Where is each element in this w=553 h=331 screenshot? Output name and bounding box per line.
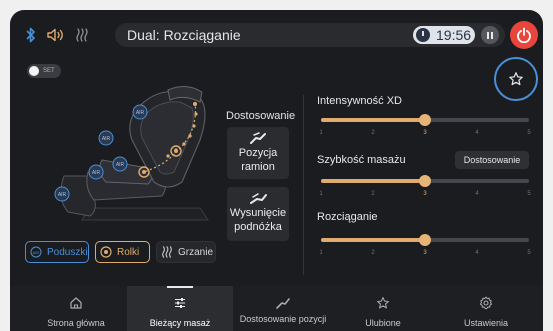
star-icon bbox=[509, 72, 523, 86]
gear-icon bbox=[433, 296, 539, 310]
set-toggle-label: SET bbox=[43, 68, 55, 74]
timer-value: 19:56 bbox=[436, 27, 472, 43]
air-badge-text: AIR bbox=[92, 170, 101, 176]
slider-tick-label: 1 bbox=[319, 250, 323, 256]
air-icon: AIR bbox=[30, 246, 42, 258]
stretch-slider[interactable] bbox=[321, 234, 529, 246]
slider-tick-label: 4 bbox=[475, 250, 479, 256]
nav-label: Strona główna bbox=[47, 318, 105, 328]
mode-button-label: Rolki bbox=[117, 246, 140, 258]
nav-label: Bieżący masaż bbox=[149, 318, 211, 328]
slider-tick-label: 3 bbox=[423, 250, 427, 256]
svg-text:AIR: AIR bbox=[33, 250, 40, 255]
bottom-nav: Strona główna Bieżący masaż Dostosowanie… bbox=[10, 286, 543, 331]
bluetooth-icon[interactable] bbox=[24, 26, 38, 44]
arm-position-label: Pozycja ramion bbox=[238, 147, 278, 173]
power-button[interactable] bbox=[510, 21, 538, 49]
power-icon bbox=[517, 27, 531, 43]
nav-label: Ustawienia bbox=[463, 318, 509, 328]
nav-home[interactable]: Strona główna bbox=[23, 286, 129, 331]
arm-position-card[interactable]: Pozycja ramion bbox=[227, 127, 289, 179]
nav-current-massage[interactable]: Bieżący masaż bbox=[127, 286, 233, 331]
footrest-icon bbox=[250, 193, 267, 204]
slider-tick-label: 1 bbox=[319, 191, 323, 197]
slider-title-speed: Szybkość masażu bbox=[317, 154, 406, 166]
sliders-icon bbox=[127, 296, 233, 310]
heat-wave-icon bbox=[161, 246, 173, 258]
slider-tick-label: 2 bbox=[371, 250, 375, 256]
timer-badge: 19:56 bbox=[413, 26, 475, 44]
air-badge: AIR bbox=[132, 104, 148, 120]
nav-label: Dostosowanie pozycji bbox=[239, 314, 327, 324]
clock-icon bbox=[416, 28, 430, 42]
mode-title: Dual: Rozciąganie bbox=[127, 27, 241, 43]
slider-tick-label: 5 bbox=[527, 250, 531, 256]
nav-adjust-position[interactable]: Dostosowanie pozycji bbox=[230, 286, 336, 331]
slider-title-intensity: Intensywność XD bbox=[317, 95, 402, 107]
slider-tick-label: 4 bbox=[475, 130, 479, 136]
chair-position-icon bbox=[230, 296, 336, 310]
favorite-button[interactable] bbox=[494, 57, 538, 101]
speed-slider[interactable] bbox=[321, 175, 529, 187]
heat-wave-icon[interactable] bbox=[74, 26, 90, 44]
nav-favorites[interactable]: Ulubione bbox=[330, 286, 436, 331]
app-screen: Dual: Rozciąganie 19:56 SET AIR AIR AIR … bbox=[10, 10, 543, 331]
slider-tick-label: 1 bbox=[319, 130, 323, 136]
air-badge: AIR bbox=[98, 130, 114, 146]
slider-tick-label: 3 bbox=[423, 191, 427, 197]
set-toggle[interactable]: SET bbox=[27, 64, 61, 78]
roller-icon bbox=[100, 246, 112, 258]
air-badge: AIR bbox=[88, 164, 104, 180]
slider-tick-label: 5 bbox=[527, 130, 531, 136]
toggle-knob bbox=[29, 66, 39, 76]
slider-tick-label: 4 bbox=[475, 191, 479, 197]
air-badge-text: AIR bbox=[116, 162, 125, 168]
pause-icon bbox=[487, 31, 489, 39]
slider-tick-label: 2 bbox=[371, 130, 375, 136]
intensity-ticks: 1 2 3 4 5 bbox=[319, 130, 531, 140]
slider-tick-label: 3 bbox=[423, 130, 427, 136]
status-pill: Dual: Rozciąganie 19:56 bbox=[115, 23, 505, 47]
mode-button-rolki[interactable]: Rolki bbox=[95, 241, 150, 263]
intensity-slider[interactable] bbox=[321, 114, 529, 126]
arm-position-icon bbox=[250, 132, 266, 144]
speed-customize-button[interactable]: Dostosowanie bbox=[455, 151, 529, 169]
mode-button-grzanie[interactable]: Grzanie bbox=[156, 241, 216, 263]
slider-thumb[interactable] bbox=[419, 175, 431, 187]
slider-title-stretch: Rozciąganie bbox=[317, 211, 378, 223]
air-badge-text: AIR bbox=[102, 136, 111, 142]
slider-tick-label: 5 bbox=[527, 191, 531, 197]
nav-settings[interactable]: Ustawienia bbox=[433, 286, 539, 331]
slider-tick-label: 2 bbox=[371, 191, 375, 197]
air-badge: AIR bbox=[54, 186, 70, 202]
adjust-heading: Dostosowanie bbox=[226, 110, 296, 122]
air-badge-text: AIR bbox=[58, 192, 67, 198]
air-badge: AIR bbox=[112, 156, 128, 172]
footrest-label: Wysunięcie podnóżka bbox=[229, 207, 287, 233]
star-icon bbox=[330, 296, 436, 310]
track-point bbox=[193, 102, 197, 106]
massage-chair-illustration: AIR AIR AIR AIR AIR bbox=[50, 80, 220, 235]
mode-button-label: Poduszki bbox=[47, 246, 88, 258]
air-badge-text: AIR bbox=[136, 110, 145, 116]
divider bbox=[303, 95, 304, 275]
speaker-icon[interactable] bbox=[46, 26, 66, 44]
slider-thumb[interactable] bbox=[419, 234, 431, 246]
mode-button-poduszki[interactable]: AIR Poduszki bbox=[25, 241, 89, 263]
top-bar: Dual: Rozciąganie 19:56 bbox=[10, 10, 543, 60]
nav-label: Ulubione bbox=[365, 318, 401, 328]
pause-button[interactable] bbox=[481, 26, 499, 44]
speed-ticks: 1 2 3 4 5 bbox=[319, 191, 531, 201]
mode-button-label: Grzanie bbox=[178, 246, 214, 258]
slider-thumb[interactable] bbox=[419, 114, 431, 126]
stretch-ticks: 1 2 3 4 5 bbox=[319, 250, 531, 260]
footrest-card[interactable]: Wysunięcie podnóżka bbox=[227, 187, 289, 241]
home-icon bbox=[23, 296, 129, 310]
